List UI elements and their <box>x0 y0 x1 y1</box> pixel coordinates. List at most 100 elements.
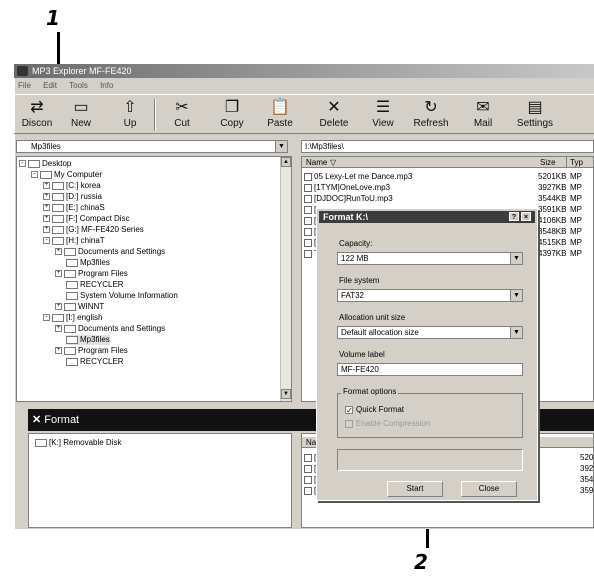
file-size: 3927KB <box>538 183 567 192</box>
expand-icon[interactable]: + <box>55 303 62 311</box>
tree-item[interactable]: + Program Files <box>55 346 128 356</box>
tree-item[interactable]: + Documents and Settings <box>55 324 165 334</box>
tree-scrollbar[interactable]: ▲ ▼ <box>280 157 291 401</box>
expand-icon[interactable]: + <box>43 215 50 223</box>
checkbox-icon[interactable] <box>345 419 353 428</box>
toolbar-separator <box>154 99 156 131</box>
expand-icon[interactable]: + <box>43 193 50 201</box>
list-item[interactable]: 05 Lexy-Let me Dance.mp3 5201KB MP <box>304 171 593 182</box>
file-type: MP <box>570 227 582 236</box>
folder-icon <box>64 247 76 256</box>
volume-label-value: MF-FE420 <box>341 365 379 374</box>
tree-item[interactable]: + Documents and Settings <box>55 247 165 257</box>
expand-icon[interactable]: + <box>43 182 50 190</box>
menu-edit[interactable]: Edit <box>43 79 57 92</box>
menu-info[interactable]: Info <box>100 79 113 92</box>
mp3-file-icon <box>304 475 312 484</box>
dialog-close-icon[interactable]: × <box>521 212 531 221</box>
tree-label: Program Files <box>78 269 128 278</box>
delete-button[interactable]: ✕ Delete <box>312 97 356 133</box>
refresh-label: Refresh <box>413 118 449 129</box>
chevron-down-icon[interactable]: ▼ <box>510 290 522 301</box>
tree-item[interactable]: + [D:] russia <box>43 192 102 202</box>
toolbar: ⇄ Discon ▭ New ⇧ Up ✂ Cut ❐ Copy 📋 Paste ✕ Dele… <box>14 94 594 134</box>
collapse-icon[interactable]: - <box>43 237 50 245</box>
tree-label: System Volume Information <box>80 291 178 300</box>
cut-button[interactable]: ✂ Cut <box>164 97 200 133</box>
tree-item[interactable]: - My Computer <box>31 170 102 180</box>
volume-label-input[interactable]: MF-FE420 <box>337 363 523 376</box>
tree-item-removable-disk[interactable]: [K:] Removable Disk <box>35 438 121 448</box>
filesystem-select[interactable]: FAT32 ▼ <box>337 289 523 302</box>
tree-item[interactable]: + [G:] MF-FE420 Series <box>43 225 144 235</box>
tree-item[interactable]: System Volume Information <box>66 291 178 301</box>
enable-compression-checkbox[interactable]: Enable Compression <box>345 419 430 428</box>
format-bar-label: Format <box>44 414 80 426</box>
folder-icon <box>66 335 78 344</box>
list-item[interactable]: [1TYM]OneLove.mp3 3927KB MP <box>304 182 593 193</box>
checkmark-icon[interactable]: ✓ <box>345 405 353 414</box>
collapse-icon[interactable]: - <box>43 314 50 322</box>
tree-item[interactable]: + Program Files <box>55 269 128 279</box>
menu-tools[interactable]: Tools <box>69 79 88 92</box>
help-button[interactable]: ? <box>509 212 519 221</box>
tree-item[interactable]: - [I:] english <box>43 313 102 323</box>
start-button[interactable]: Start <box>387 481 443 497</box>
allocation-select[interactable]: Default allocation size ▼ <box>337 326 523 339</box>
menu-file[interactable]: File <box>18 79 31 92</box>
chevron-down-icon[interactable]: ▼ <box>275 141 287 152</box>
close-button[interactable]: Close <box>461 481 517 497</box>
chevron-down-icon[interactable]: ▼ <box>510 327 522 338</box>
tree-item[interactable]: - [H:] chinaT <box>43 236 105 246</box>
paste-label: Paste <box>267 118 293 129</box>
up-button[interactable]: ⇧ Up <box>112 97 148 133</box>
collapse-icon[interactable]: - <box>19 160 26 168</box>
tree-label: [K:] Removable Disk <box>49 438 122 447</box>
size-column-header[interactable]: Size <box>540 157 556 168</box>
expand-icon[interactable]: + <box>55 248 62 256</box>
tree-item-selected[interactable]: Mp3files <box>66 335 110 345</box>
folder-icon <box>66 258 78 267</box>
view-button[interactable]: ☰ View <box>364 97 402 133</box>
paste-button[interactable]: 📋 Paste <box>260 97 300 133</box>
scroll-up-icon[interactable]: ▲ <box>281 157 291 167</box>
tree-item[interactable]: RECYCLER <box>66 357 124 367</box>
mp3-file-icon <box>304 216 312 225</box>
mail-button[interactable]: ✉ Mail <box>464 97 502 133</box>
copy-label: Copy <box>220 118 244 129</box>
expand-icon[interactable]: + <box>43 226 50 234</box>
list-item[interactable]: [DJDOC]RunToU.mp3 3544KB MP <box>304 193 593 204</box>
up-folder-icon: ⇧ <box>123 99 137 116</box>
format-dialog: Format K:\ ? × Capacity: 122 MB ▼ File s… <box>316 208 538 501</box>
tree-item[interactable]: + [C:] korea <box>43 181 101 191</box>
tree-item[interactable]: + WINNT <box>55 302 104 312</box>
tree-item[interactable]: Mp3files <box>66 258 110 268</box>
file-size: 520 <box>580 453 594 462</box>
tree-item[interactable]: - Desktop <box>19 159 71 169</box>
tree-item[interactable]: RECYCLER <box>66 280 124 290</box>
chevron-down-icon[interactable]: ▼ <box>510 253 522 264</box>
expand-icon[interactable]: + <box>55 325 62 333</box>
left-path-combo[interactable]: Mp3files ▼ <box>16 140 288 153</box>
name-column-header[interactable]: Name <box>306 157 327 168</box>
right-path-field[interactable]: I:\Mp3files\ <box>301 140 594 153</box>
tree-item[interactable]: + [F:] Compact Disc <box>43 214 130 224</box>
dialog-title: Format K:\ <box>323 212 368 222</box>
copy-button[interactable]: ❐ Copy <box>212 97 252 133</box>
tree-item[interactable]: + [E:] chinaS <box>43 203 105 213</box>
allocation-label: Allocation unit size <box>339 313 406 322</box>
disconnect-button[interactable]: ⇄ Discon <box>16 97 58 133</box>
expand-icon[interactable]: + <box>43 204 50 212</box>
settings-button[interactable]: ▤ Settings <box>512 97 558 133</box>
type-column-header[interactable]: Typ <box>566 157 583 168</box>
refresh-button[interactable]: ↻ Refresh <box>408 97 454 133</box>
capacity-select[interactable]: 122 MB ▼ <box>337 252 523 265</box>
format-x-icon: ✕ <box>32 414 42 426</box>
collapse-icon[interactable]: - <box>31 171 38 179</box>
quick-format-checkbox[interactable]: ✓ Quick Format <box>345 405 404 414</box>
expand-icon[interactable]: + <box>55 270 62 278</box>
expand-icon[interactable]: + <box>55 347 62 355</box>
new-button[interactable]: ▭ New <box>62 97 100 133</box>
scroll-down-icon[interactable]: ▼ <box>281 389 291 399</box>
tree-label: RECYCLER <box>80 280 124 289</box>
